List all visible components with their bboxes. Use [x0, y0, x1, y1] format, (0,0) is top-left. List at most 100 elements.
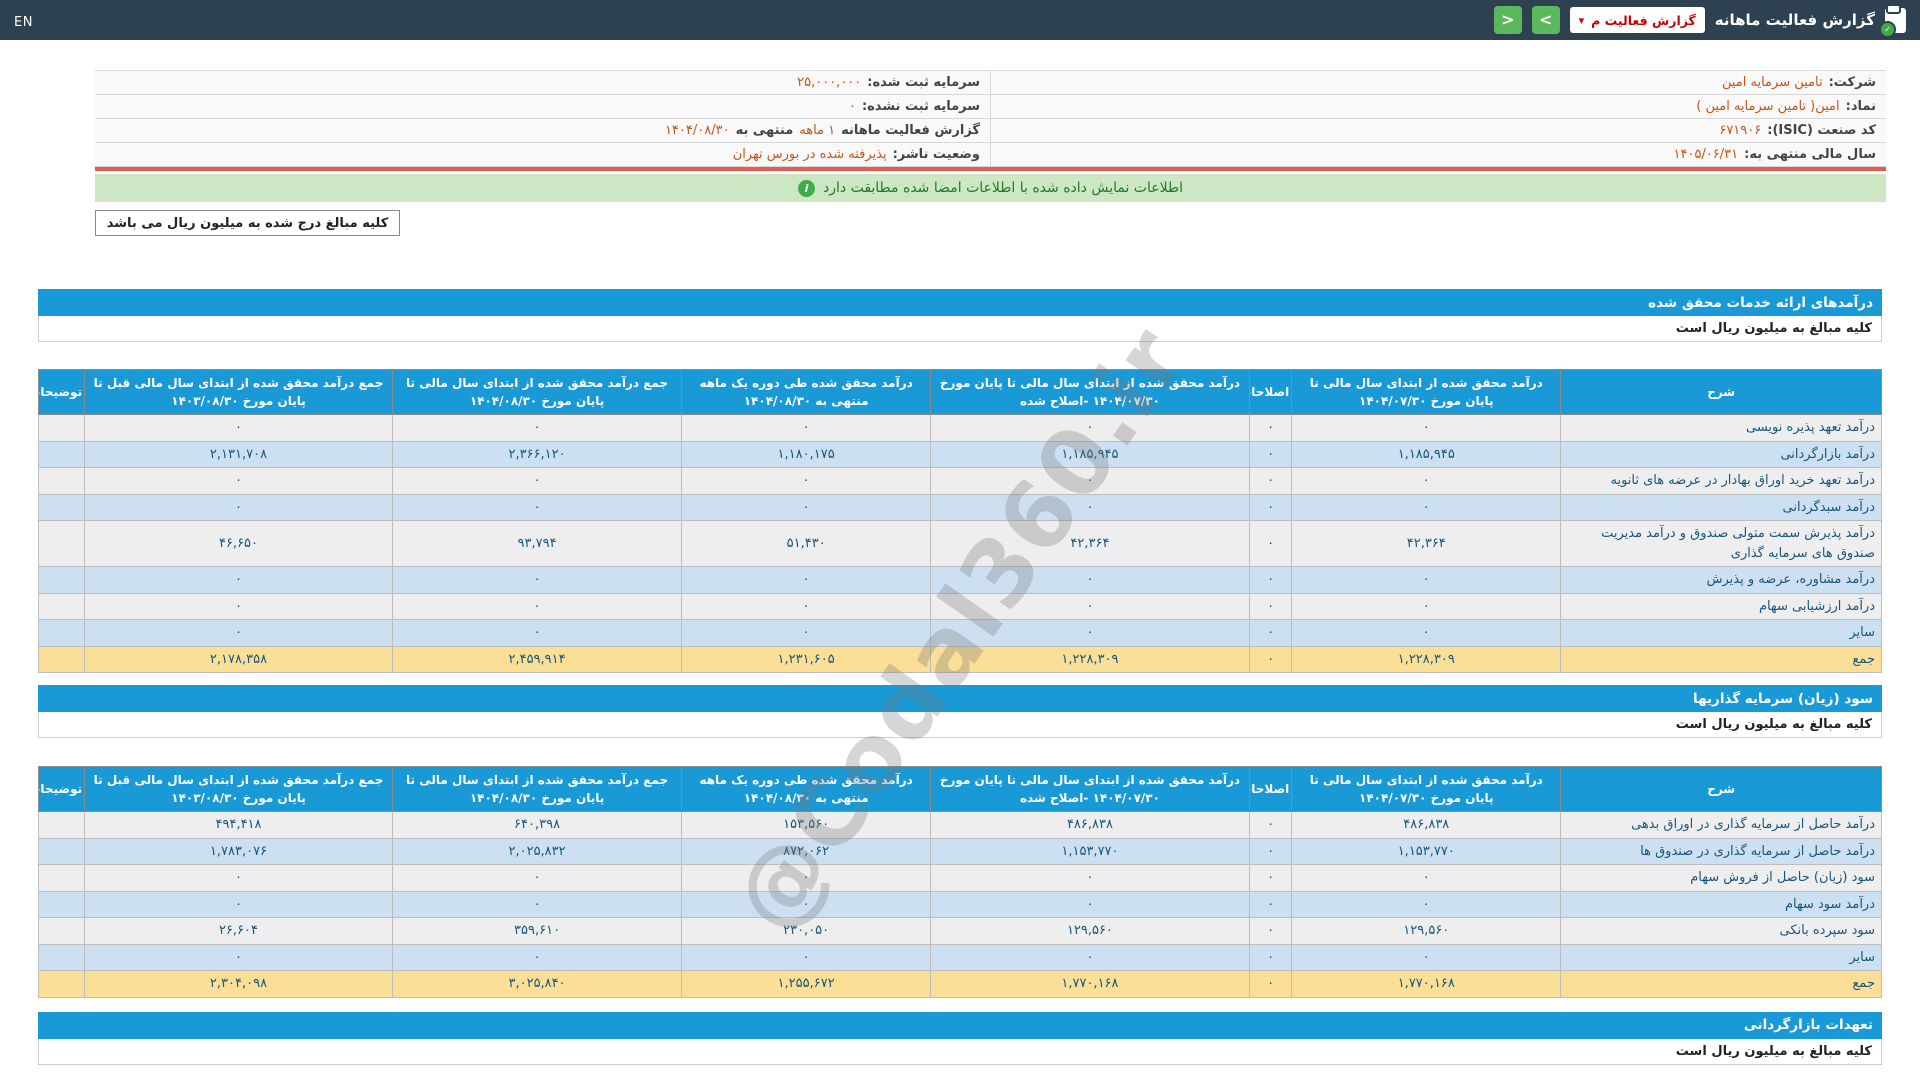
info-half-left: وضعیت ناشر:پذیرفته شده در بورس تهران — [95, 143, 991, 166]
value-cell: ۹۳,۷۹۴ — [392, 521, 681, 567]
value-cell: ۰ — [1249, 646, 1291, 673]
note-cell — [39, 415, 85, 442]
value-cell: ۱,۷۸۳,۰۷۶ — [85, 838, 393, 865]
note-cell — [39, 593, 85, 620]
value-cell: ۰ — [682, 567, 931, 594]
red-divider — [95, 167, 1886, 171]
investment-profit-table: شرحدرآمد محقق شده از ابتدای سال مالی تا … — [38, 766, 1882, 998]
row-label: درآمد پذیرش سمت متولی صندوق و درآمد مدیر… — [1561, 521, 1882, 567]
next-report-button[interactable]: > — [1532, 6, 1560, 34]
services-revenue-table: شرحدرآمد محقق شده از ابتدای سال مالی تا … — [38, 369, 1882, 673]
value-cell: ۰ — [85, 415, 393, 442]
value-cell: ۴۶,۶۵۰ — [85, 521, 393, 567]
info-half-right: کد صنعت (ISIC):۶۷۱۹۰۶ — [991, 119, 1886, 142]
table-row: سود (زیان) حاصل از فروش سهام۰۰۰۰۰۰ — [39, 865, 1882, 892]
row-label: درآمد مشاوره، عرضه و پذیرش — [1561, 567, 1882, 594]
value-cell: ۱,۲۵۵,۶۷۲ — [682, 971, 931, 998]
column-header: جمع درآمد محقق شده از ابتدای سال مالی تا… — [392, 767, 681, 812]
value-cell: ۲,۳۰۴,۰۹۸ — [85, 971, 393, 998]
column-header: جمع درآمد محقق شده از ابتدای سال مالی تا… — [392, 370, 681, 415]
info-row: کد صنعت (ISIC):۶۷۱۹۰۶گزارش فعالیت ماهانه… — [95, 119, 1886, 143]
value-cell: ۳,۰۲۵,۸۴۰ — [392, 971, 681, 998]
table-row: سایر۰۰۰۰۰۰ — [39, 620, 1882, 647]
codal-monthly-report-page: ✓ گزارش فعالیت ماهانه گزارش فعالیت م ▾ >… — [0, 0, 1920, 1080]
note-cell — [39, 441, 85, 468]
value-cell: ۰ — [1249, 812, 1291, 839]
value-cell: ۰ — [85, 865, 393, 892]
report-clipboard-icon: ✓ — [1885, 8, 1906, 33]
value-cell: ۰ — [1249, 521, 1291, 567]
section-header-investment-profit: سود (زیان) سرمایه گذاریها — [38, 685, 1882, 712]
page-title: گزارش فعالیت ماهانه — [1715, 11, 1875, 29]
row-label: جمع — [1561, 971, 1882, 998]
value-cell: ۰ — [392, 494, 681, 521]
table-row: درآمد بازارگردانی۱,۱۸۵,۹۴۵۰۱,۱۸۵,۹۴۵۱,۱۸… — [39, 441, 1882, 468]
info-half-left: سرمایه ثبت نشده:۰ — [95, 95, 991, 118]
previous-report-button[interactable]: < — [1494, 6, 1522, 34]
value-cell: ۰ — [392, 891, 681, 918]
note-cell — [39, 838, 85, 865]
value-cell: ۰ — [682, 620, 931, 647]
info-label: کد صنعت (ISIC): — [1767, 123, 1876, 138]
value-cell: ۰ — [1292, 593, 1561, 620]
note-cell — [39, 567, 85, 594]
value-cell: ۰ — [1249, 593, 1291, 620]
value-cell: ۶۴۰,۳۹۸ — [392, 812, 681, 839]
value-cell: ۲,۰۲۵,۸۳۲ — [392, 838, 681, 865]
report-type-dropdown[interactable]: گزارش فعالیت م ▾ — [1570, 7, 1705, 33]
info-label: سرمایه ثبت شده: — [867, 75, 980, 90]
value-cell: ۰ — [1249, 944, 1291, 971]
value-cell: ۰ — [931, 567, 1250, 594]
row-label: درآمد بازارگردانی — [1561, 441, 1882, 468]
value-cell: ۱۲۹,۵۶۰ — [931, 918, 1250, 945]
value-cell: ۲,۴۵۹,۹۱۴ — [392, 646, 681, 673]
column-header: درآمد محقق شده از ابتدای سال مالی تا پای… — [1292, 767, 1561, 812]
info-half-left: گزارش فعالیت ماهانه۱ ماههمنتهی به۱۴۰۴/۰۸… — [95, 119, 991, 142]
value-cell: ۱,۱۵۳,۷۷۰ — [931, 838, 1250, 865]
column-header: جمع درآمد محقق شده از ابتدای سال مالی قب… — [85, 370, 393, 415]
value-cell: ۰ — [85, 468, 393, 495]
topbar-left-group: EN — [14, 11, 33, 30]
value-cell: ۰ — [85, 593, 393, 620]
info-value: ۲۵,۰۰۰,۰۰۰ — [797, 75, 861, 90]
language-toggle-en[interactable]: EN — [14, 15, 33, 30]
value-cell: ۰ — [85, 944, 393, 971]
info-value: ۱ ماهه — [799, 123, 835, 138]
column-header: جمع درآمد محقق شده از ابتدای سال مالی قب… — [85, 767, 393, 812]
column-header: درآمد محقق شده از ابتدای سال مالی تا پای… — [931, 370, 1250, 415]
value-cell: ۰ — [931, 593, 1250, 620]
company-info-table: شرکت:تامین سرمایه امین سرمایه ثبت شده: ۲۵,… — [95, 70, 1886, 167]
value-cell: ۰ — [1292, 620, 1561, 647]
table-row: سایر۰۰۰۰۰۰ — [39, 944, 1882, 971]
value-cell: ۴۸۶,۸۳۸ — [931, 812, 1250, 839]
value-cell: ۰ — [1249, 441, 1291, 468]
section-header-services-revenue: درآمدهای ارائه خدمات محقق شده — [38, 289, 1882, 316]
info-half-right: سال مالی منتهی به:۱۴۰۵/۰۶/۳۱ — [991, 143, 1886, 166]
value-cell: ۰ — [1292, 944, 1561, 971]
value-cell: ۱,۱۸۵,۹۴۵ — [931, 441, 1250, 468]
row-label: سود سپرده بانکی — [1561, 918, 1882, 945]
info-value: ۱۴۰۵/۰۶/۳۱ — [1674, 147, 1739, 162]
value-cell: ۰ — [682, 593, 931, 620]
value-cell: ۱,۲۲۸,۳۰۹ — [1292, 646, 1561, 673]
note-cell — [39, 812, 85, 839]
info-half-right: شرکت:تامین سرمایه امین — [991, 71, 1886, 94]
value-cell: ۳۵۹,۶۱۰ — [392, 918, 681, 945]
value-cell: ۰ — [392, 620, 681, 647]
row-label: درآمد حاصل از سرمایه گذاری در صندوق ها — [1561, 838, 1882, 865]
signature-match-notice: اطلاعات نمایش داده شده با اطلاعات امضا ش… — [95, 174, 1886, 202]
table-row: درآمد ارزشیابی سهام۰۰۰۰۰۰ — [39, 593, 1882, 620]
value-cell: ۰ — [85, 620, 393, 647]
table-row: درآمد پذیرش سمت متولی صندوق و درآمد مدیر… — [39, 521, 1882, 567]
note-cell — [39, 865, 85, 892]
unit-note-box: کلیه مبالغ درج شده به میلیون ریال می باش… — [95, 210, 400, 236]
info-half-right: نماد:امین( تامین سرمایه امین ) — [991, 95, 1886, 118]
info-row: شرکت:تامین سرمایه امین سرمایه ثبت شده: ۲۵,… — [95, 71, 1886, 95]
table-row: سود سپرده بانکی۱۲۹,۵۶۰۰۱۲۹,۵۶۰۲۳۰,۰۵۰۳۵۹… — [39, 918, 1882, 945]
note-cell — [39, 620, 85, 647]
value-cell: ۰ — [1249, 620, 1291, 647]
info-label: نماد: — [1846, 99, 1876, 114]
note-cell — [39, 494, 85, 521]
value-cell: ۲,۳۶۶,۱۲۰ — [392, 441, 681, 468]
table-row: درآمد تعهد خرید اوراق بهادار در عرضه های… — [39, 468, 1882, 495]
